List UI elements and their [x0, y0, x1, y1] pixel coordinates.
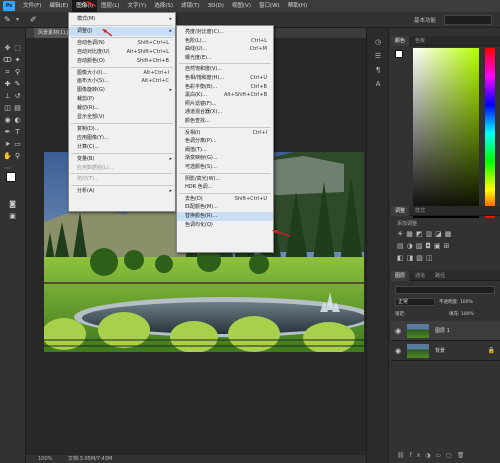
arrow-to-replace-color	[274, 230, 291, 237]
arrowhead-1	[86, 1, 91, 5]
annotation-arrows	[86, 1, 291, 237]
